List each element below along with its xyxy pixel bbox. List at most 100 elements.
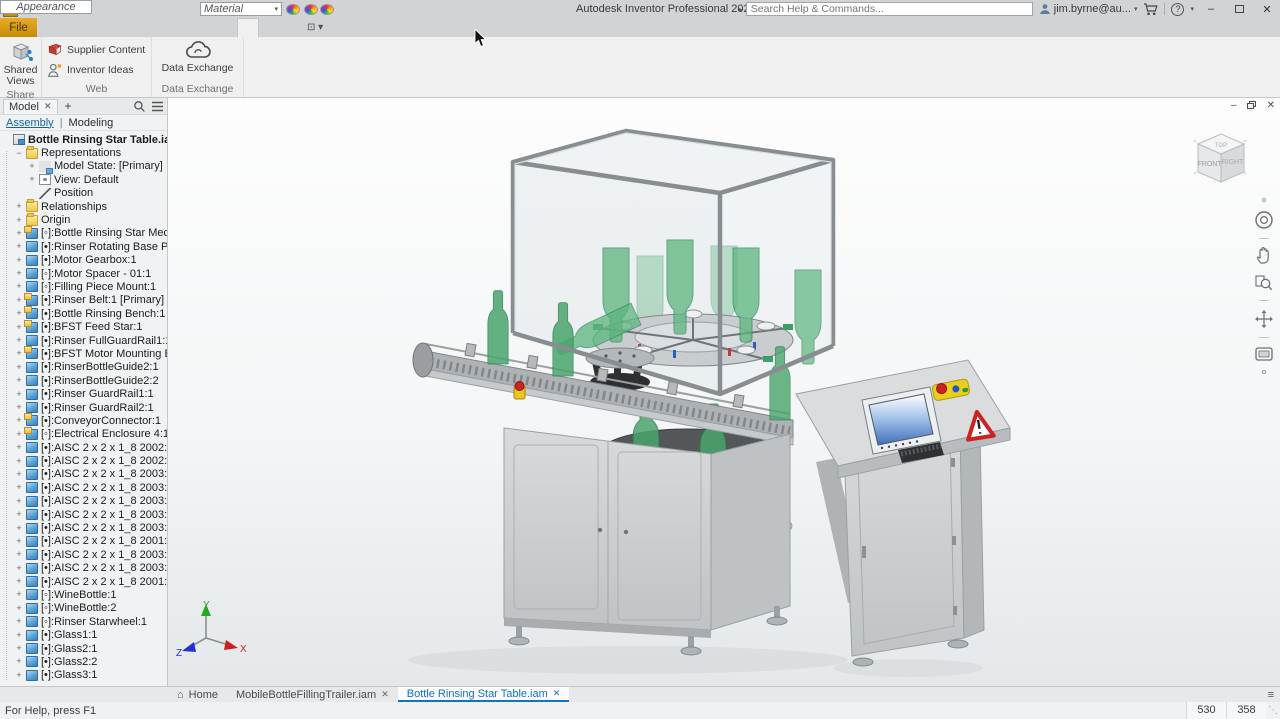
tree-item[interactable]: + [•]:AISC 2 x 2 x 1_8 2003:1: [0, 468, 167, 481]
ribbon-tab[interactable]: [77, 18, 97, 37]
qat-dropdown-icon[interactable]: [368, 2, 382, 17]
ribbon-tab[interactable]: [259, 18, 279, 37]
expander-icon[interactable]: +: [15, 309, 23, 318]
tree-item[interactable]: + [•]:AISC 2 x 2 x 1_8 2003:5: [0, 521, 167, 534]
adjust-appearance-icon[interactable]: [320, 4, 334, 15]
tree-item[interactable]: + Origin: [0, 213, 167, 226]
mode-tab-assembly[interactable]: Assembly: [6, 117, 54, 129]
panel-data-exchange-label[interactable]: Data Exchange: [152, 83, 243, 97]
doc-minimize-button[interactable]: –: [1231, 100, 1237, 111]
tree-item[interactable]: + [•]:RinserBottleGuide2:2: [0, 374, 167, 387]
tree-item[interactable]: + [•]:AISC 2 x 2 x 1_8 2001:2: [0, 575, 167, 588]
signed-in-user[interactable]: jim.byrne@au... ▾: [1039, 3, 1138, 15]
inventor-ideas-button[interactable]: Inventor Ideas: [47, 62, 145, 78]
tree-item[interactable]: + [•]:AISC 2 x 2 x 1_8 2002:1: [0, 441, 167, 454]
expander-icon[interactable]: +: [15, 349, 23, 358]
tree-item[interactable]: Bottle Rinsing Star Table.iam: [0, 133, 167, 146]
document-tab[interactable]: ⌂ Home: [168, 687, 227, 702]
browser-tab-model[interactable]: Model ✕: [3, 99, 58, 114]
tree-item[interactable]: + [•]:AISC 2 x 2 x 1_8 2003:3: [0, 495, 167, 508]
toggle-blue-icon[interactable]: [166, 2, 180, 17]
expander-icon[interactable]: +: [15, 537, 23, 546]
tree-item[interactable]: + [•]:Motor Gearbox:1: [0, 254, 167, 267]
help-search-input[interactable]: [746, 2, 1033, 16]
project-icon[interactable]: [118, 2, 132, 17]
expander-icon[interactable]: +: [15, 336, 23, 345]
update-icon[interactable]: [134, 2, 148, 17]
tree-item[interactable]: + [•]:Glass2:1: [0, 642, 167, 655]
ribbon-tab[interactable]: [97, 18, 117, 37]
ribbon-tab[interactable]: [237, 18, 259, 37]
look-at-icon[interactable]: [1253, 345, 1275, 363]
tree-item[interactable]: + [•]:AISC 2 x 2 x 1_8 2003:6: [0, 548, 167, 561]
add-command-icon[interactable]: [352, 2, 366, 17]
expander-icon[interactable]: +: [15, 376, 23, 385]
expander-icon[interactable]: +: [15, 269, 23, 278]
data-exchange-button[interactable]: Data Exchange: [155, 39, 240, 81]
tree-item[interactable]: + [◦]:Motor Spacer - 01:1: [0, 267, 167, 280]
expander-icon[interactable]: +: [15, 256, 23, 265]
close-icon[interactable]: ✕: [381, 689, 389, 700]
expander-icon[interactable]: +: [15, 510, 23, 519]
tree-item[interactable]: + [•]:RinserBottleGuide2:1: [0, 361, 167, 374]
search-expand-icon[interactable]: ▸: [739, 5, 743, 14]
expander-icon[interactable]: −: [15, 149, 23, 158]
ribbon-tab[interactable]: [157, 18, 177, 37]
close-icon[interactable]: ✕: [44, 101, 52, 112]
expander-icon[interactable]: +: [15, 282, 23, 291]
expander-icon[interactable]: +: [15, 657, 23, 666]
tree-item[interactable]: + [•]:Rinser FullGuardRail1:1: [0, 334, 167, 347]
ribbon-tab[interactable]: [197, 18, 217, 37]
tree-item[interactable]: + [•]:Rinser Rotating Base Plate:1: [0, 240, 167, 253]
browser-menu-icon[interactable]: [151, 101, 164, 112]
expander-icon[interactable]: +: [15, 229, 23, 238]
tree-item[interactable]: + Relationships: [0, 200, 167, 213]
material-combo[interactable]: Material ▾: [200, 2, 282, 16]
doc-restore-button[interactable]: [1247, 101, 1257, 110]
expander-icon[interactable]: +: [15, 631, 23, 640]
no-material-icon[interactable]: [182, 2, 196, 17]
tree-item[interactable]: + [•]:BFST Motor Mounting Box:1: [0, 347, 167, 360]
expander-icon[interactable]: +: [15, 430, 23, 439]
appearance-combo[interactable]: Appearance ▾: [0, 0, 92, 14]
mode-tab-modeling[interactable]: Modeling: [69, 117, 114, 129]
tree-item[interactable]: + [•]:AISC 2 x 2 x 1_8 2003:2: [0, 481, 167, 494]
ribbon-tab[interactable]: [177, 18, 197, 37]
zoom-icon[interactable]: [1254, 273, 1274, 293]
tree-item[interactable]: + View: Default: [0, 173, 167, 186]
expander-icon[interactable]: +: [28, 175, 36, 184]
expander-icon[interactable]: +: [15, 604, 23, 613]
expander-icon[interactable]: +: [15, 242, 23, 251]
tree-item[interactable]: + [◦]:Electrical Enclosure 4:1: [0, 428, 167, 441]
expander-icon[interactable]: +: [15, 443, 23, 452]
close-button[interactable]: ✕: [1256, 1, 1278, 17]
tree-item[interactable]: + [◦]:WineBottle:2: [0, 602, 167, 615]
expander-icon[interactable]: +: [15, 617, 23, 626]
viewcube-top-label[interactable]: TOP: [1215, 143, 1227, 149]
tree-item[interactable]: + [•]:Rinser GuardRail2:1: [0, 401, 167, 414]
ribbon-overflow-icon[interactable]: ⊡ ▾: [299, 18, 331, 37]
search-icon[interactable]: [133, 100, 146, 113]
view-cube[interactable]: TOP FRONT RIGHT: [1184, 126, 1258, 200]
tab-list-menu-icon[interactable]: ≡: [1268, 687, 1274, 703]
expander-icon[interactable]: +: [28, 162, 36, 171]
parameters-fx-icon[interactable]: [336, 2, 350, 17]
ribbon-tab[interactable]: [137, 18, 157, 37]
expander-icon[interactable]: +: [15, 416, 23, 425]
tree-item[interactable]: + [◦]:Bottle Rinsing Star Mechanism:1: [0, 227, 167, 240]
tree-item[interactable]: + [•]:Rinser Belt:1 [Primary]: [0, 294, 167, 307]
expander-icon[interactable]: +: [15, 590, 23, 599]
expander-icon[interactable]: +: [15, 363, 23, 372]
toggle-green-icon[interactable]: [150, 2, 164, 17]
expander-icon[interactable]: +: [15, 323, 23, 332]
ribbon-tab[interactable]: [57, 18, 77, 37]
expander-icon[interactable]: +: [15, 403, 23, 412]
add-browser-tab-button[interactable]: +: [62, 99, 75, 113]
expander-icon[interactable]: +: [15, 524, 23, 533]
expander-icon[interactable]: +: [15, 550, 23, 559]
tree-item[interactable]: + [•]:AISC 2 x 2 x 1_8 2001:1: [0, 535, 167, 548]
ribbon-tab[interactable]: [117, 18, 137, 37]
document-tab[interactable]: Bottle Rinsing Star Table.iam ✕: [398, 687, 570, 702]
expander-icon[interactable]: +: [15, 202, 23, 211]
tree-item[interactable]: + [◦]:Filling Piece Mount:1: [0, 280, 167, 293]
